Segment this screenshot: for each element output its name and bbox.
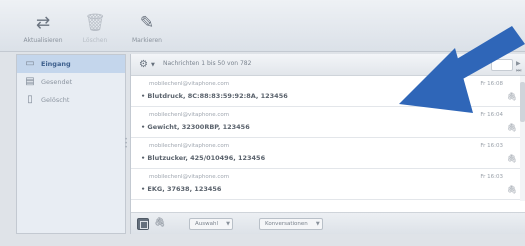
pagination-text: Nachrichten 1 bis 50 von 782 bbox=[163, 60, 252, 67]
message-subject: • Blutdruck, 8C:88:83:59:92:8A, 123456 bbox=[141, 92, 288, 100]
refresh-button[interactable]: ⇄ Aktualisieren bbox=[18, 12, 68, 44]
trash-icon: ▯ bbox=[27, 94, 33, 105]
select-dropdown[interactable]: Auswahl ▼ bbox=[189, 218, 233, 230]
mark-button-label: Markieren bbox=[132, 37, 162, 44]
trash-icon: 🗑 bbox=[84, 13, 106, 33]
sidebar-item-label: Eingang bbox=[41, 60, 71, 68]
attachment-icon: 🖇 bbox=[506, 92, 517, 101]
toggle-preview-icon[interactable] bbox=[137, 218, 149, 230]
list-footer: 🖇 Auswahl ▼ Konversationen ▼ bbox=[131, 212, 525, 234]
chevron-down-icon[interactable]: ▼ bbox=[151, 62, 155, 68]
attachment-filter-icon[interactable]: 🖇 bbox=[154, 218, 165, 228]
message-time: Fr 16:08 bbox=[480, 81, 503, 87]
message-list-panel: ⚙ ▼ Nachrichten 1 bis 50 von 782 ▶ ⏭ mob… bbox=[130, 54, 525, 234]
message-sender: mobilechenl@vitaphone.com bbox=[149, 81, 230, 87]
message-time: Fr 16:03 bbox=[480, 143, 503, 149]
message-time: Fr 16:03 bbox=[480, 174, 503, 180]
delete-button-label: Löschen bbox=[82, 37, 108, 44]
message-subject: • EKG, 37638, 123456 bbox=[141, 185, 222, 193]
attachment-icon: 🖇 bbox=[506, 123, 517, 132]
message-subject-text: Blutdruck, 8C:88:83:59:92:8A, 123456 bbox=[147, 92, 288, 100]
delete-button[interactable]: 🗑 Löschen bbox=[70, 12, 120, 44]
folder-sidebar: ▭ Eingang ▤ Gesendet ▯ Gelöscht bbox=[16, 54, 126, 234]
select-dropdown-label: Auswahl bbox=[195, 221, 218, 227]
toolbar: ⇄ Aktualisieren 🗑 Löschen ✎ Markieren bbox=[0, 0, 525, 52]
quick-search-input[interactable] bbox=[491, 59, 513, 71]
message-subject: • Blutzucker, 425/010496, 123456 bbox=[141, 154, 266, 162]
threads-dropdown[interactable]: Konversationen ▼ bbox=[259, 218, 323, 230]
message-row[interactable]: mobilechenl@vitaphone.com • Gewicht, 323… bbox=[131, 107, 525, 138]
window-bottom bbox=[0, 234, 525, 246]
message-subject-text: Blutzucker, 425/010496, 123456 bbox=[147, 154, 266, 162]
splitter-handle[interactable]: • • • bbox=[123, 137, 129, 152]
sidebar-item-sent[interactable]: ▤ Gesendet bbox=[17, 73, 125, 91]
chevron-down-icon: ▼ bbox=[226, 221, 230, 227]
message-subject-text: EKG, 37638, 123456 bbox=[147, 185, 222, 193]
refresh-button-label: Aktualisieren bbox=[23, 37, 63, 44]
sidebar-item-label: Gesendet bbox=[41, 78, 73, 86]
message-sender: mobilechenl@vitaphone.com bbox=[149, 143, 230, 149]
inbox-icon: ▭ bbox=[25, 58, 35, 69]
message-row[interactable]: mobilechenl@vitaphone.com • EKG, 37638, … bbox=[131, 169, 525, 200]
list-scrollbar-thumb[interactable] bbox=[520, 82, 525, 122]
threads-dropdown-label: Konversationen bbox=[265, 221, 308, 227]
pen-icon: ✎ bbox=[139, 13, 155, 33]
chevron-down-icon: ▼ bbox=[315, 221, 320, 227]
message-row[interactable]: mobilechenl@vitaphone.com • Blutzucker, … bbox=[131, 138, 525, 169]
message-sender: mobilechenl@vitaphone.com bbox=[149, 174, 230, 180]
message-sender: mobilechenl@vitaphone.com bbox=[149, 112, 230, 118]
attachment-icon: 🖇 bbox=[506, 154, 517, 163]
mark-button[interactable]: ✎ Markieren bbox=[122, 12, 172, 44]
sidebar-item-inbox[interactable]: ▭ Eingang bbox=[17, 55, 125, 73]
message-subject: • Gewicht, 32300RBP, 123456 bbox=[141, 123, 250, 131]
next-page-icon[interactable]: ▶ ⏭ bbox=[516, 60, 525, 75]
sent-icon: ▤ bbox=[25, 76, 35, 87]
list-header: ⚙ ▼ Nachrichten 1 bis 50 von 782 ▶ ⏭ bbox=[131, 54, 525, 76]
message-row[interactable]: mobilechenl@vitaphone.com • Blutdruck, 8… bbox=[131, 76, 525, 107]
attachment-icon: 🖇 bbox=[506, 185, 517, 194]
message-time: Fr 16:04 bbox=[480, 112, 503, 118]
sidebar-item-label: Gelöscht bbox=[41, 96, 70, 104]
message-subject-text: Gewicht, 32300RBP, 123456 bbox=[147, 123, 250, 131]
refresh-arrows-icon: ⇄ bbox=[35, 13, 51, 33]
gear-icon[interactable]: ⚙ bbox=[139, 59, 148, 70]
sidebar-item-deleted[interactable]: ▯ Gelöscht bbox=[17, 91, 125, 109]
